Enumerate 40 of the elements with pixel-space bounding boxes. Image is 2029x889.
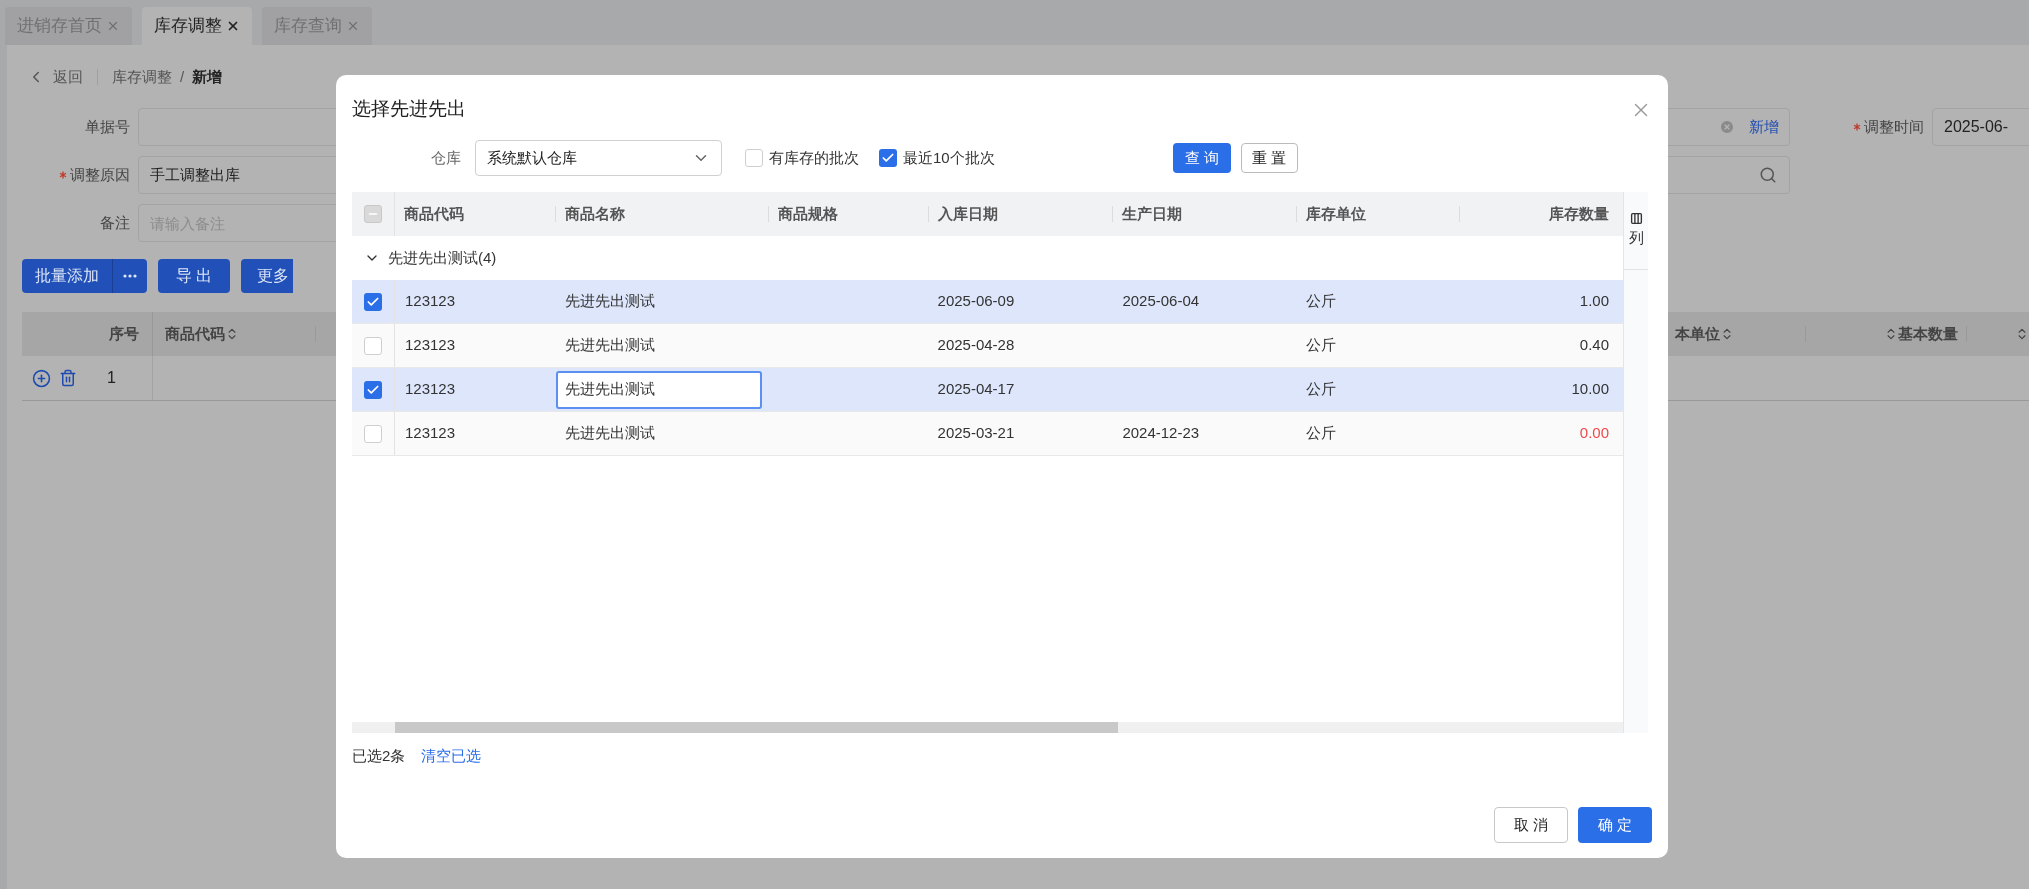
table-cell-text: 2025-04-28 bbox=[937, 335, 1015, 356]
table-cell-text: 公斤 bbox=[1306, 291, 1337, 312]
table-cell-text: 2025-06-04 bbox=[1122, 291, 1200, 312]
table-cell-text: 10.00 bbox=[1571, 379, 1609, 400]
field-label: 调整时间 bbox=[1864, 116, 1924, 137]
column-header: 商品名称 bbox=[564, 203, 625, 224]
table-cell-text: 2025-06-09 bbox=[937, 291, 1015, 312]
field-label: 备注 bbox=[100, 212, 130, 233]
table-cell-text: 先进先出测试 bbox=[563, 291, 656, 312]
field-label: 单据号 bbox=[85, 116, 130, 137]
breadcrumb-item: 新增 bbox=[192, 66, 223, 87]
table-cell-text: 先进先出测试 bbox=[563, 335, 656, 356]
table-cell-text: 2025-04-17 bbox=[937, 379, 1015, 400]
column-header: 序号 bbox=[109, 323, 139, 344]
table-cell-text: 先进先出测试 bbox=[563, 423, 656, 444]
field-label: 调整原因 bbox=[70, 164, 130, 185]
breadcrumb-separator: / bbox=[180, 66, 185, 87]
table-cell-text: 0.00 bbox=[1579, 423, 1609, 444]
table-cell-text: 2025-03-21 bbox=[937, 423, 1015, 444]
table-cell-text: 123123 bbox=[404, 379, 456, 400]
table-cell: 先进先出测试 bbox=[555, 370, 762, 409]
column-header: 生产日期 bbox=[1122, 203, 1183, 224]
column-header: 商品规格 bbox=[777, 203, 838, 224]
column-header: 库存数量 bbox=[1549, 203, 1609, 224]
table-cell-text: 123123 bbox=[404, 335, 456, 356]
table-cell-text: 公斤 bbox=[1306, 423, 1337, 444]
table-cell-text: 123123 bbox=[404, 423, 456, 444]
table-cell-text: 2024-12-23 bbox=[1122, 423, 1200, 444]
table-cell-text: 公斤 bbox=[1306, 335, 1337, 356]
table-cell-text: 1.00 bbox=[1579, 291, 1609, 312]
row-number: 1 bbox=[107, 368, 116, 388]
selected-count: 已选2条 bbox=[352, 745, 406, 766]
field-label: 仓库 bbox=[431, 147, 461, 168]
table-cell-text: 公斤 bbox=[1306, 379, 1337, 400]
dialog-title: 选择先进先出 bbox=[352, 97, 466, 122]
table-cell-text: 0.40 bbox=[1579, 335, 1609, 356]
column-header: 库存单位 bbox=[1306, 203, 1367, 224]
column-header: 商品代码 bbox=[403, 203, 464, 224]
column-header: 入库日期 bbox=[937, 203, 998, 224]
table-cell-text: 123123 bbox=[404, 291, 456, 312]
